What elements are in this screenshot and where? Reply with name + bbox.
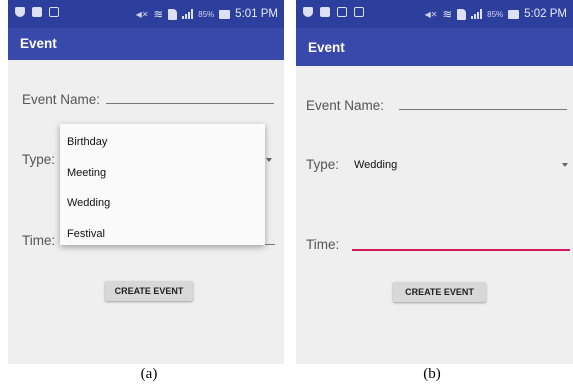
shield-icon (303, 7, 313, 17)
event-name-label: Event Name: (22, 92, 101, 107)
notification-icon (320, 7, 330, 17)
mail-icon (49, 7, 59, 17)
type-label: Type: (22, 152, 56, 167)
caption-a: (a) (140, 366, 158, 382)
event-name-input[interactable] (106, 103, 274, 104)
battery-icon (508, 9, 520, 19)
event-name-input[interactable] (399, 109, 567, 110)
dropdown-option-festival[interactable]: Festival (60, 223, 265, 254)
time-input[interactable] (265, 244, 275, 245)
screen-a: ◀✕ ≋ 85% 5:01 PM Event Event Name: Type:… (8, 0, 284, 364)
dropdown-option-wedding[interactable]: Wedding (60, 192, 265, 223)
type-dropdown: Birthday Meeting Wedding Festival (60, 124, 265, 245)
notification-icon (32, 7, 42, 17)
mute-icon: ◀✕ (135, 9, 149, 19)
create-event-button[interactable]: CREATE EVENT (105, 281, 193, 301)
clock: 5:01 PM (235, 8, 278, 20)
battery-icon (219, 9, 231, 19)
image-icon (337, 7, 347, 17)
chevron-down-icon[interactable] (562, 163, 568, 167)
chevron-down-icon[interactable] (266, 158, 272, 162)
battery-percent: 85% (198, 9, 215, 19)
event-name-label: Event Name: (306, 98, 385, 113)
time-label: Time: (306, 237, 340, 252)
status-bar: ◀✕ ≋ 85% 5:02 PM (296, 0, 573, 28)
type-spinner[interactable]: Wedding (354, 159, 397, 171)
sim-icon (457, 8, 467, 20)
signal-icon (182, 9, 194, 19)
caption-b: (b) (423, 366, 441, 382)
status-bar: ◀✕ ≋ 85% 5:01 PM (8, 0, 284, 28)
mute-icon: ◀✕ (424, 9, 438, 19)
create-event-button[interactable]: CREATE EVENT (393, 282, 486, 302)
shield-icon (15, 7, 25, 17)
dropdown-option-meeting[interactable]: Meeting (60, 162, 265, 193)
dropdown-option-birthday[interactable]: Birthday (60, 131, 265, 162)
type-label: Type: (306, 157, 340, 172)
time-label: Time: (22, 233, 56, 248)
clock: 5:02 PM (524, 8, 567, 20)
wifi-icon: ≋ (442, 9, 453, 21)
app-title: Event (8, 28, 284, 60)
screen-b: ◀✕ ≋ 85% 5:02 PM Event Event Name: Type:… (296, 0, 573, 364)
sim-icon (168, 8, 178, 20)
app-title: Event (296, 28, 573, 66)
wifi-icon: ≋ (153, 9, 164, 21)
signal-icon (471, 9, 483, 19)
time-input[interactable] (352, 249, 570, 251)
mail-icon (354, 7, 364, 17)
battery-percent: 85% (487, 9, 504, 19)
